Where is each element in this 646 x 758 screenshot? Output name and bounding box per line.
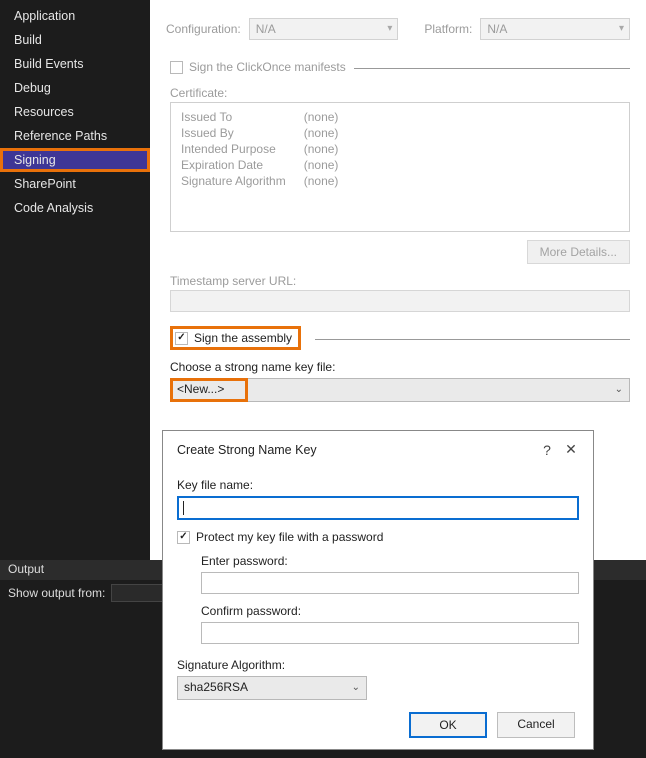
chevron-down-icon: ▾ — [619, 23, 624, 34]
sidebar-item-code-analysis[interactable]: Code Analysis — [0, 196, 150, 220]
platform-combo: N/A▾ — [480, 18, 630, 40]
timestamp-url-input — [170, 290, 630, 312]
help-icon[interactable]: ? — [535, 442, 559, 458]
certificate-label: Certificate: — [170, 86, 630, 100]
dialog-title: Create Strong Name Key — [177, 443, 535, 457]
cert-row-val: (none) — [304, 125, 357, 141]
sidebar-item-application[interactable]: Application — [0, 4, 150, 28]
sidebar-item-reference-paths[interactable]: Reference Paths — [0, 124, 150, 148]
cert-row-key: Signature Algorithm — [181, 173, 304, 189]
protect-key-label: Protect my key file with a password — [196, 530, 383, 544]
key-file-name-input[interactable] — [177, 496, 579, 520]
cert-row-key: Issued To — [181, 109, 304, 125]
choose-key-file-label: Choose a strong name key file: — [170, 360, 630, 374]
cert-row-val: (none) — [304, 109, 357, 125]
cert-row-key: Issued By — [181, 125, 304, 141]
timestamp-label: Timestamp server URL: — [170, 274, 630, 288]
divider — [315, 339, 630, 340]
configuration-label: Configuration: — [166, 22, 241, 36]
sign-assembly-highlight: Sign the assembly — [170, 326, 301, 350]
sign-clickonce-label: Sign the ClickOnce manifests — [189, 60, 346, 74]
sidebar-item-debug[interactable]: Debug — [0, 76, 150, 100]
create-strong-name-key-dialog: Create Strong Name Key ? ✕ Key file name… — [162, 430, 594, 750]
sidebar-item-signing[interactable]: Signing — [0, 148, 150, 172]
sidebar-item-build-events[interactable]: Build Events — [0, 52, 150, 76]
divider — [354, 68, 630, 69]
cert-row-val: (none) — [304, 173, 357, 189]
signature-algorithm-combo[interactable]: sha256RSA ⌄ — [177, 676, 367, 700]
cancel-button[interactable]: Cancel — [497, 712, 575, 738]
chevron-down-icon: ⌄ — [352, 682, 360, 693]
sign-assembly-checkbox[interactable] — [175, 332, 188, 345]
more-details-button: More Details... — [527, 240, 630, 264]
ok-button[interactable]: OK — [409, 712, 487, 738]
cert-row-key: Intended Purpose — [181, 141, 304, 157]
chevron-down-icon: ⌄ — [615, 384, 623, 395]
certificate-box: Issued To(none) Issued By(none) Intended… — [170, 102, 630, 232]
configuration-combo: N/A▾ — [249, 18, 399, 40]
signature-algorithm-label: Signature Algorithm: — [177, 658, 579, 672]
key-file-name-label: Key file name: — [177, 478, 579, 492]
confirm-password-input[interactable] — [201, 622, 579, 644]
chevron-down-icon: ▾ — [387, 23, 392, 34]
sign-assembly-label: Sign the assembly — [194, 331, 292, 345]
sign-clickonce-checkbox[interactable] — [170, 61, 183, 74]
cert-row-val: (none) — [304, 141, 357, 157]
platform-label: Platform: — [424, 22, 472, 36]
sidebar-item-sharepoint[interactable]: SharePoint — [0, 172, 150, 196]
enter-password-label: Enter password: — [201, 554, 579, 568]
cert-row-val: (none) — [304, 157, 357, 173]
signature-algorithm-value: sha256RSA — [184, 680, 248, 694]
key-file-dropdown[interactable]: <New...> ⌄ — [170, 378, 630, 402]
enter-password-input[interactable] — [201, 572, 579, 594]
confirm-password-label: Confirm password: — [201, 604, 579, 618]
sidebar-item-resources[interactable]: Resources — [0, 100, 150, 124]
sidebar-item-build[interactable]: Build — [0, 28, 150, 52]
cert-row-key: Expiration Date — [181, 157, 304, 173]
show-output-from-label: Show output from: — [8, 586, 105, 600]
key-file-dropdown-value: <New...> — [177, 382, 224, 396]
protect-key-checkbox[interactable] — [177, 531, 190, 544]
close-icon[interactable]: ✕ — [559, 441, 583, 458]
